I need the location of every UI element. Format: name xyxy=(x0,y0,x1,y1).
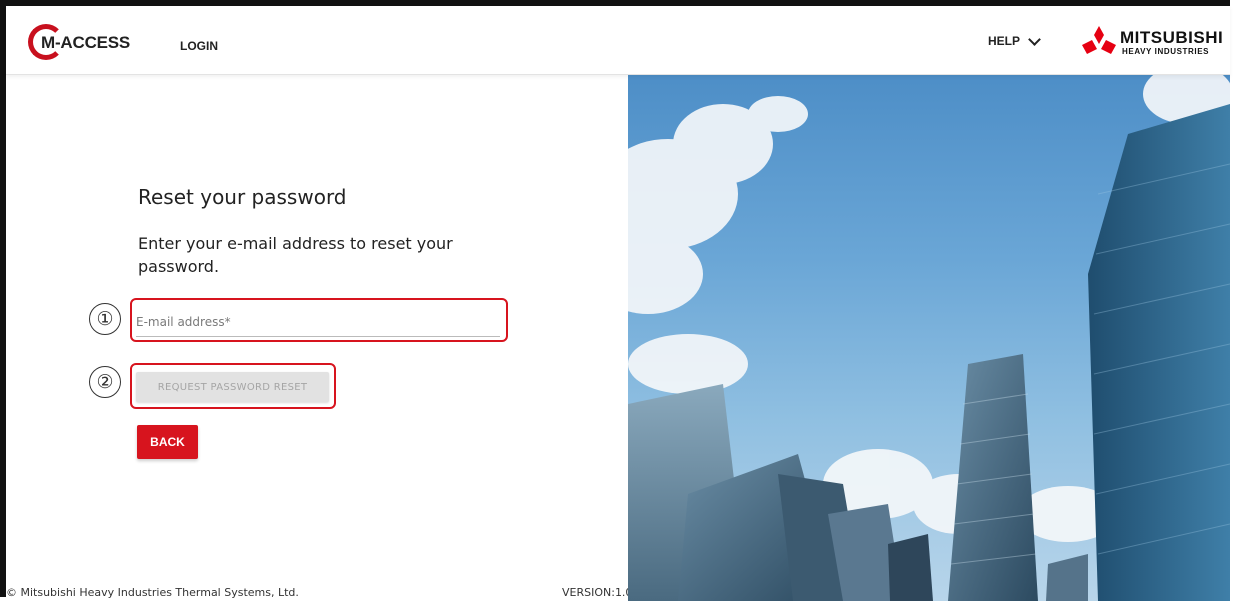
page-title: Reset your password xyxy=(138,185,347,209)
help-menu[interactable]: HELP xyxy=(988,32,1041,48)
city-skyline-image xyxy=(628,74,1230,601)
reset-password-panel: Reset your password Enter your e-mail ad… xyxy=(6,74,632,601)
step-2-badge: ② xyxy=(89,366,121,398)
three-diamonds-icon xyxy=(1082,26,1116,54)
nav-login-link[interactable]: LOGIN xyxy=(180,39,218,53)
request-password-reset-button[interactable]: REQUEST PASSWORD RESET xyxy=(136,372,329,402)
copyright-text: © Mitsubishi Heavy Industries Thermal Sy… xyxy=(6,586,299,599)
mitsubishi-logo: MITSUBISHI HEAVY INDUSTRIES xyxy=(1082,26,1234,60)
email-field[interactable] xyxy=(136,310,500,337)
instruction-text: Enter your e-mail address to reset your … xyxy=(138,234,453,276)
chevron-down-icon xyxy=(1028,32,1041,46)
m-access-logo[interactable]: M-ACCESS xyxy=(28,24,152,60)
back-button[interactable]: BACK xyxy=(137,425,198,459)
company-subtitle: HEAVY INDUSTRIES xyxy=(1122,47,1210,56)
brand-name: M-ACCESS xyxy=(41,33,131,52)
step-1-badge: ① xyxy=(89,303,121,335)
top-bar: M-ACCESS LOGIN HELP MITSUBISHI HEAVY IND… xyxy=(6,6,1230,75)
version-text: VERSION:1.0 xyxy=(562,586,633,599)
company-name: MITSUBISHI xyxy=(1120,28,1224,47)
skyscrapers-illustration xyxy=(628,74,1230,601)
help-label: HELP xyxy=(988,34,1021,48)
